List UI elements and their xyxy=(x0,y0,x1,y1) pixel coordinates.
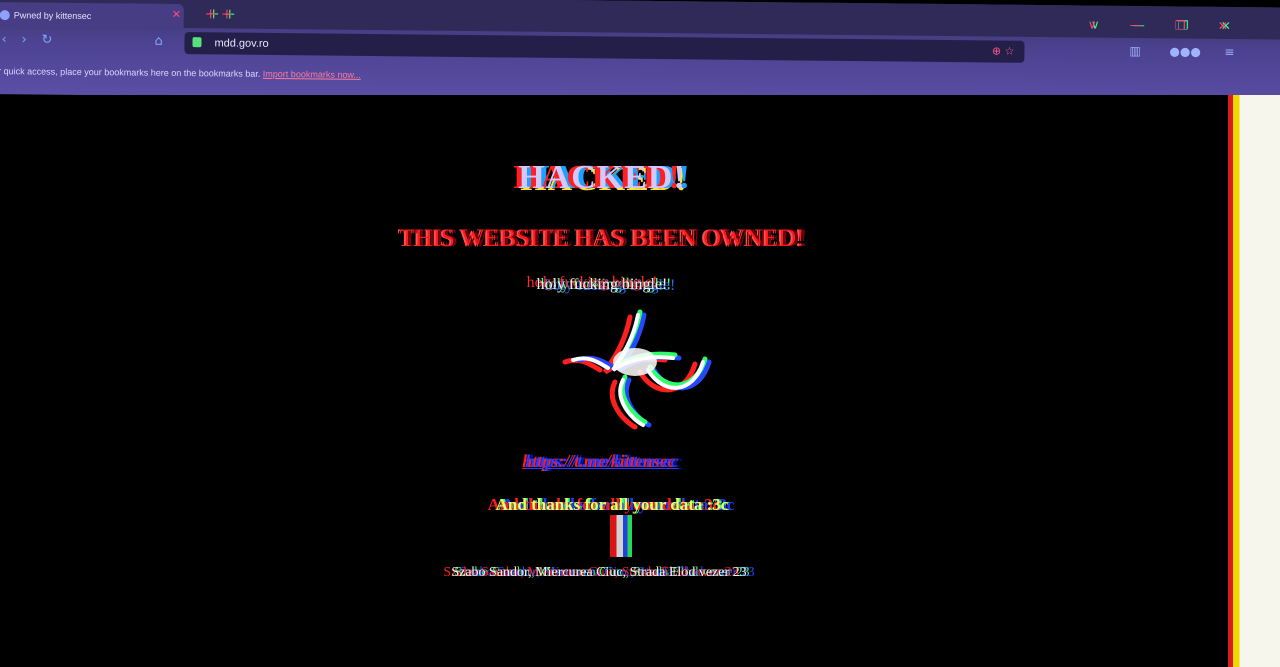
kitten-logo-icon xyxy=(553,300,723,435)
telegram-link[interactable]: https://t.me/kittensec xyxy=(0,451,1216,472)
browser-chrome: Pwned by kittensec ✕ + + ∨ — ❐ ✕ ‹ › ↻ ⌂… xyxy=(0,0,1280,108)
import-bookmarks-link[interactable]: Import bookmarks now... xyxy=(263,69,361,80)
favicon-icon xyxy=(0,10,10,21)
zoom-icon[interactable]: ⊕ ☆ xyxy=(992,40,1015,62)
home-icon[interactable]: ⌂ xyxy=(154,34,162,49)
new-tab-icon[interactable]: + + xyxy=(205,6,233,22)
glitch-stripe xyxy=(1228,95,1280,667)
tab-title: Pwned by kittensec xyxy=(13,10,92,22)
window-minimize-icon[interactable]: — xyxy=(1130,18,1142,32)
defaced-page: HACKED! THIS WEBSITE HAS BEEN OWNED! hol… xyxy=(0,95,1228,667)
thanks-message: And thanks for all your data :3c xyxy=(495,495,729,514)
extensions-icon[interactable]: ●●● xyxy=(1169,44,1201,58)
screen: Pwned by kittensec ✕ + + ∨ — ❐ ✕ ‹ › ↻ ⌂… xyxy=(0,0,1280,667)
menu-icon[interactable]: ≡ xyxy=(1224,45,1234,59)
window-close-icon[interactable]: ✕ xyxy=(1218,19,1228,33)
page-subheading: THIS WEBSITE HAS BEEN OWNED! xyxy=(399,225,805,252)
bookmarks-hint: or quick access, place your bookmarks he… xyxy=(0,66,261,79)
address-bar-url: mdd.gov.ro xyxy=(214,37,269,50)
back-icon[interactable]: ‹ xyxy=(1,32,6,47)
page-tagline: holy fucking bingle! xyxy=(536,276,668,293)
leaked-address: Szabo Sandor, Miercurea Ciuc, Strada Elo… xyxy=(451,565,747,580)
window-maximize-icon[interactable]: ❐ xyxy=(1175,18,1186,32)
page-heading: HACKED! xyxy=(518,159,686,196)
reload-icon[interactable]: ↻ xyxy=(41,33,52,48)
lock-icon xyxy=(192,37,202,48)
forward-icon[interactable]: › xyxy=(21,32,26,47)
glitch-artifact xyxy=(610,515,632,557)
extension-icon[interactable]: ▥ xyxy=(1129,44,1140,58)
close-tab-icon[interactable]: ✕ xyxy=(172,8,181,21)
browser-tab[interactable]: Pwned by kittensec xyxy=(0,2,184,31)
address-bar[interactable]: mdd.gov.ro ⊕ ☆ xyxy=(184,32,1025,63)
window-minimize-icon[interactable]: ∨ xyxy=(1088,17,1097,31)
